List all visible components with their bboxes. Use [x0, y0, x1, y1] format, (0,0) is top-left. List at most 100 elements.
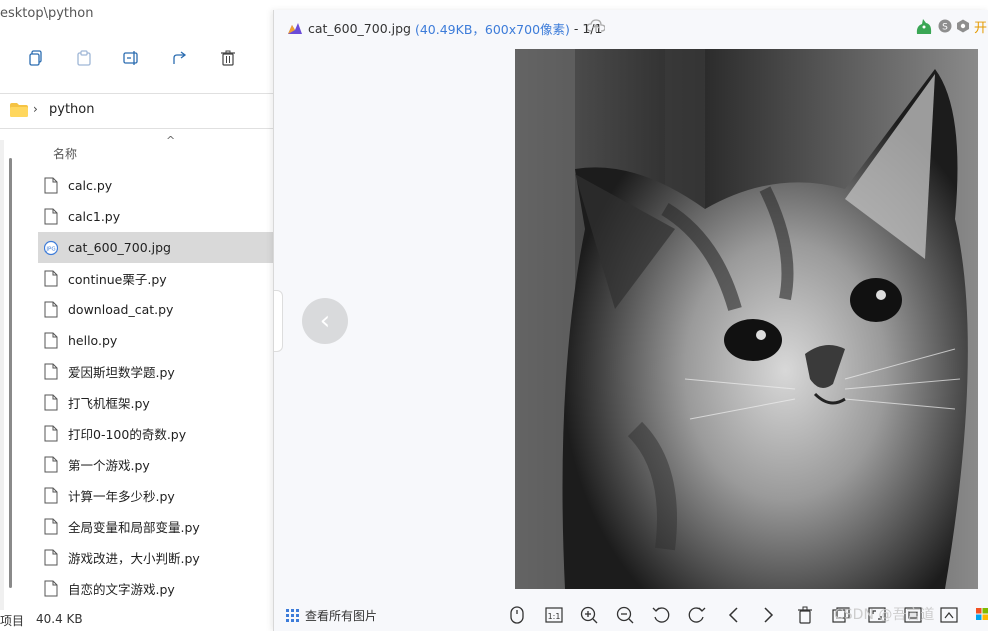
- navigation-pane-edge: [0, 140, 4, 610]
- file-name: hello.py: [68, 333, 118, 348]
- address-bar[interactable]: › python: [0, 93, 300, 129]
- grid-icon: [286, 609, 299, 622]
- rename-icon: [123, 51, 138, 65]
- zoom-in-icon[interactable]: [579, 605, 599, 625]
- image-meta: (40.49KB，600x700像素): [414, 21, 570, 37]
- scrollbar-thumb[interactable]: [9, 158, 12, 588]
- file-icon: [44, 487, 58, 504]
- next-icon[interactable]: [759, 605, 779, 625]
- viewer-filename: cat_600_700.jpg: [308, 20, 411, 36]
- mascot-icon[interactable]: [914, 16, 934, 36]
- delete-button[interactable]: [214, 44, 242, 72]
- rotate-right-icon[interactable]: [687, 605, 707, 625]
- chevron-left-icon: ‹: [319, 306, 331, 336]
- file-name: calc1.py: [68, 209, 121, 224]
- top-right-label[interactable]: 开: [974, 17, 987, 36]
- sort-ascending-icon: ^: [166, 134, 176, 147]
- file-icon: [44, 456, 58, 473]
- share-icon: [173, 51, 187, 64]
- scrollbar[interactable]: [8, 140, 14, 588]
- file-name: calc.py: [68, 178, 113, 193]
- paste-button[interactable]: [70, 44, 98, 72]
- column-header-name[interactable]: 名称: [53, 145, 77, 162]
- file-name: cat_600_700.jpg: [68, 240, 171, 255]
- mouse-icon[interactable]: [507, 605, 527, 625]
- svg-text:JPG: JPG: [45, 247, 55, 253]
- file-name: 第一个游戏.py: [68, 458, 150, 473]
- viewer-logo-icon: [288, 23, 302, 34]
- paste-icon: [77, 50, 91, 66]
- file-icon: [44, 425, 58, 442]
- file-item[interactable]: 打飞机框架.py: [38, 387, 300, 418]
- status-size: 40.4 KB: [36, 612, 83, 626]
- rotate-left-icon[interactable]: [651, 605, 671, 625]
- collapse-handle[interactable]: [274, 290, 283, 352]
- view-all-images-button[interactable]: 查看所有图片: [286, 607, 377, 624]
- watermark-text: CSDN @吾言道: [834, 607, 935, 623]
- file-item[interactable]: 游戏改进，大小判断.py: [38, 542, 300, 573]
- chevron-right-icon: ›: [33, 102, 38, 116]
- file-explorer-window: esktop\python › python ^ 名称 calc.py calc1…: [0, 0, 300, 631]
- status-bar: 项目 40.4 KB: [0, 612, 83, 629]
- file-name: 游戏改进，大小判断.py: [68, 551, 200, 566]
- file-item[interactable]: 爱因斯坦数学题.py: [38, 356, 300, 387]
- file-item[interactable]: continue栗子.py: [38, 263, 300, 294]
- file-item[interactable]: 全局变量和局部变量.py: [38, 511, 300, 542]
- file-name: 全局变量和局部变量.py: [68, 520, 200, 535]
- file-icon: [44, 580, 58, 597]
- file-icon: [44, 208, 58, 225]
- share-button[interactable]: [166, 44, 194, 72]
- previous-icon[interactable]: [723, 605, 743, 625]
- title-bar-extras: S 开: [914, 16, 987, 36]
- file-item[interactable]: 自恋的文字游戏.py: [38, 573, 300, 604]
- window-title: esktop\python: [0, 6, 94, 21]
- file-item[interactable]: 第一个游戏.py: [38, 449, 300, 480]
- file-item[interactable]: calc.py: [38, 170, 300, 201]
- file-list: calc.py calc1.py JPG cat_600_700.jpgcontinu…: [38, 170, 300, 604]
- file-item[interactable]: calc1.py: [38, 201, 300, 232]
- file-icon: [44, 363, 58, 380]
- file-name: continue栗子.py: [68, 272, 167, 287]
- file-item[interactable]: JPG cat_600_700.jpg: [38, 232, 300, 263]
- cat-photo: [515, 49, 978, 589]
- file-item[interactable]: 打印0-100的奇数.py: [38, 418, 300, 449]
- image-file-icon: JPG: [44, 240, 58, 256]
- color-squares-icon: [976, 608, 988, 620]
- file-item[interactable]: hello.py: [38, 325, 300, 356]
- file-icon: [44, 549, 58, 566]
- view-all-label: 查看所有图片: [305, 609, 378, 623]
- file-name: 打印0-100的奇数.py: [68, 427, 187, 442]
- file-name: download_cat.py: [68, 302, 174, 317]
- cat-image: [515, 49, 978, 589]
- viewer-title: cat_600_700.jpg (40.49KB，600x700像素) - 1/…: [288, 19, 603, 37]
- file-icon: [44, 394, 58, 411]
- file-name: 自恋的文字游戏.py: [68, 582, 175, 597]
- svg-text:1:1: 1:1: [548, 612, 561, 621]
- file-icon: [44, 270, 58, 287]
- status-items: 项目: [0, 614, 25, 628]
- file-name: 爱因斯坦数学题.py: [68, 365, 175, 380]
- copy-icon: [29, 50, 42, 66]
- file-item[interactable]: 计算一年多少秒.py: [38, 480, 300, 511]
- hexagon-icon[interactable]: [956, 19, 970, 33]
- actual-size-icon[interactable]: 1:1: [544, 605, 564, 625]
- viewer-toolbar: 查看所有图片 1:1 CSDN @吾言道: [274, 600, 988, 631]
- image-viewer-window: cat_600_700.jpg (40.49KB，600x700像素) - 1/…: [273, 10, 988, 631]
- zoom-out-icon[interactable]: [615, 605, 635, 625]
- file-icon: [44, 518, 58, 535]
- breadcrumb[interactable]: python: [49, 102, 94, 117]
- svg-text:S: S: [942, 23, 948, 33]
- file-name: 计算一年多少秒.py: [68, 489, 175, 504]
- copy-button[interactable]: [22, 44, 50, 72]
- delete-icon[interactable]: [795, 605, 815, 625]
- previous-image-button[interactable]: ‹: [302, 298, 348, 344]
- folder-icon: [10, 103, 28, 117]
- s-badge-icon[interactable]: S: [938, 19, 952, 33]
- file-icon: [44, 301, 58, 318]
- cloud-upload-icon[interactable]: [587, 19, 605, 33]
- file-item[interactable]: download_cat.py: [38, 294, 300, 325]
- file-name: 打飞机框架.py: [68, 396, 150, 411]
- rename-button[interactable]: [118, 44, 146, 72]
- file-icon: [44, 332, 58, 349]
- crop-icon[interactable]: [939, 605, 959, 625]
